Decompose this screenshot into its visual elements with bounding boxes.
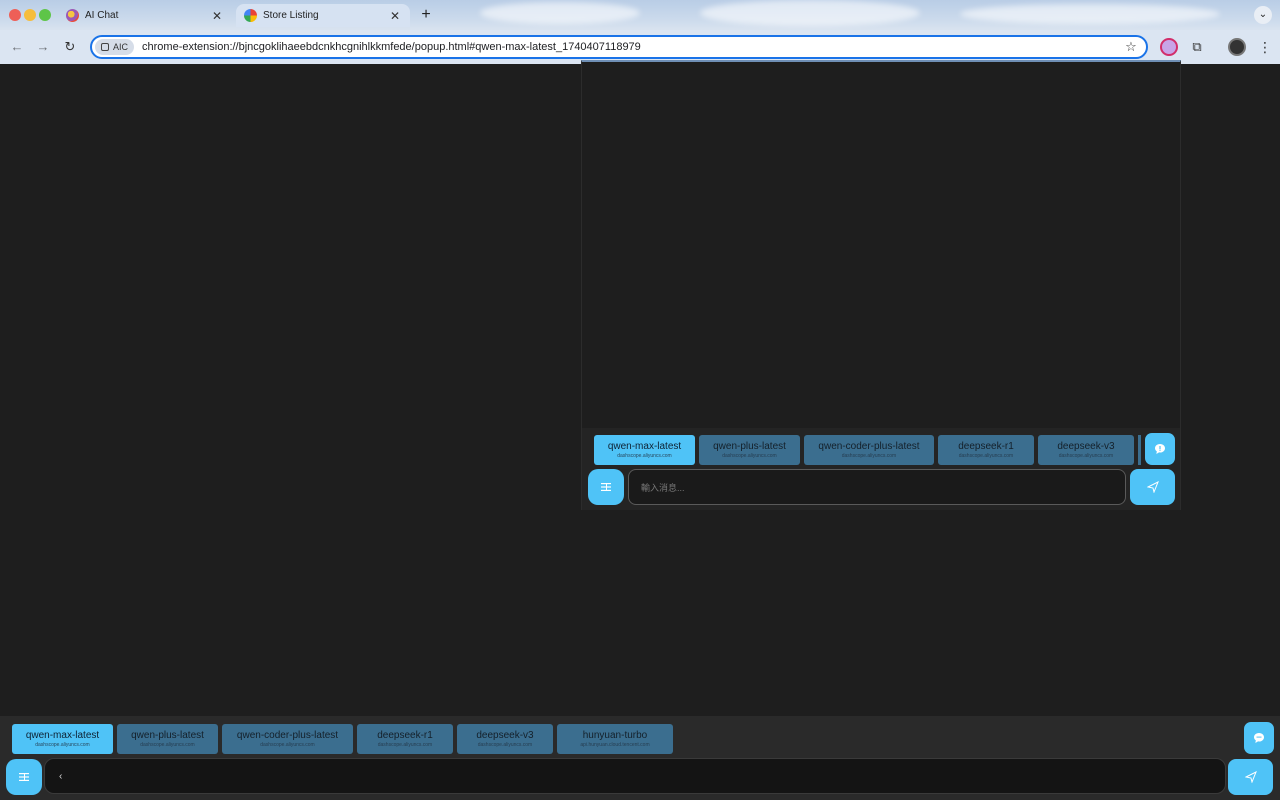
model-name: qwen-coder-plus-latest — [236, 729, 339, 741]
new-chat-button[interactable] — [1244, 722, 1274, 754]
forward-arrow-icon[interactable]: → — [35, 39, 51, 55]
model-host: dashscope.aliyuncs.com — [35, 741, 90, 748]
close-icon[interactable]: ✕ — [210, 9, 224, 23]
more-menu-icon[interactable]: ⋮ — [1256, 38, 1274, 56]
model-option[interactable]: qwen-plus-latest dashscope.aliyuncs.com — [699, 435, 800, 465]
site-info-label: AIC — [113, 42, 129, 52]
sky-decoration — [700, 0, 920, 26]
model-option[interactable]: deepseek-r1 dashscope.aliyuncs.com — [357, 724, 453, 754]
model-selector: qwen-max-latest dashscope.aliyuncs.com q… — [12, 724, 673, 754]
chat-messages-area — [582, 62, 1180, 428]
chat-bubble-icon — [1155, 444, 1165, 454]
sky-decoration — [960, 4, 1220, 24]
model-selector: qwen-max-latest dashscope.aliyuncs.com q… — [594, 435, 1138, 465]
model-option[interactable]: deepseek-v3 dashscope.aliyuncs.com — [1038, 435, 1134, 465]
back-arrow-icon[interactable]: ← — [9, 39, 25, 55]
reload-icon[interactable]: ↻ — [62, 39, 78, 55]
history-list-icon — [19, 773, 29, 781]
close-icon[interactable]: ✕ — [388, 9, 402, 23]
send-arrow-icon — [1146, 481, 1159, 493]
popup-input-panel: qwen-max-latest dashscope.aliyuncs.com q… — [582, 428, 1180, 510]
page-chat-panel: qwen-max-latest dashscope.aliyuncs.com q… — [0, 716, 1280, 800]
model-option[interactable]: deepseek-r1 dashscope.aliyuncs.com — [938, 435, 1034, 465]
model-name: deepseek-r1 — [377, 729, 433, 741]
model-option[interactable]: deepseek-v3 dashscope.aliyuncs.com — [457, 724, 553, 754]
model-name: deepseek-v3 — [1057, 440, 1115, 452]
tab-search-button[interactable]: ⌄ — [1254, 6, 1272, 24]
site-info-chip[interactable]: AIC — [95, 39, 135, 55]
tab-title: Store Listing — [263, 10, 319, 21]
history-list-icon — [601, 483, 611, 491]
message-input[interactable]: 輸入消息... — [628, 469, 1126, 505]
model-name: qwen-max-latest — [25, 729, 100, 741]
model-host: dashscope.aliyuncs.com — [377, 741, 433, 748]
model-name: deepseek-r1 — [958, 440, 1014, 452]
model-name: qwen-plus-latest — [713, 440, 786, 452]
model-host: dashscope.aliyuncs.com — [1058, 452, 1114, 459]
store-favicon-icon — [244, 9, 257, 22]
tab-store-listing[interactable]: Store Listing ✕ — [236, 4, 410, 27]
send-arrow-icon — [1244, 771, 1257, 783]
chat-bubble-icon — [1254, 733, 1264, 743]
model-host: dashscope.aliyuncs.com — [617, 452, 672, 459]
model-option-overflow — [1138, 435, 1141, 465]
sky-decoration — [480, 2, 640, 24]
model-name: qwen-max-latest — [607, 440, 682, 452]
model-option[interactable]: qwen-plus-latest dashscope.aliyuncs.com — [117, 724, 218, 754]
model-host: dashscope.aliyuncs.com — [477, 741, 533, 748]
ai-chat-extension-icon[interactable] — [1160, 38, 1178, 56]
model-host: api.hunyuan.cloud.tencent.com — [580, 741, 650, 748]
model-host: dashscope.aliyuncs.com — [841, 452, 897, 459]
new-chat-button[interactable] — [1145, 433, 1175, 465]
address-bar[interactable]: AIC chrome-extension://bjncgoklihaeebdcn… — [90, 35, 1148, 59]
tab-ai-chat[interactable]: AI Chat ✕ — [58, 4, 232, 27]
model-name: hunyuan-turbo — [582, 729, 648, 741]
model-name: deepseek-v3 — [476, 729, 534, 741]
navigation-bar: ← → ↻ AIC chrome-extension://bjncgokliha… — [0, 30, 1280, 64]
tab-title: AI Chat — [85, 10, 119, 21]
url-text[interactable]: chrome-extension://bjncgoklihaeebdcnkhcg… — [142, 41, 1122, 53]
model-host: dashscope.aliyuncs.com — [260, 741, 315, 748]
history-button[interactable] — [6, 759, 42, 795]
model-host: dashscope.aliyuncs.com — [722, 452, 777, 459]
extension-popup: qwen-max-latest dashscope.aliyuncs.com q… — [581, 60, 1181, 510]
window-close-button[interactable] — [9, 9, 21, 21]
new-tab-button[interactable]: + — [417, 6, 435, 24]
profile-avatar[interactable] — [1228, 38, 1246, 56]
send-button[interactable] — [1130, 469, 1175, 505]
model-name: qwen-plus-latest — [131, 729, 204, 741]
model-host: dashscope.aliyuncs.com — [958, 452, 1014, 459]
extension-page-icon — [101, 43, 109, 51]
history-button[interactable] — [588, 469, 624, 505]
extensions-puzzle-icon[interactable]: ⧉ — [1188, 38, 1206, 56]
model-name: qwen-coder-plus-latest — [818, 440, 920, 452]
message-input[interactable]: ‹ — [44, 758, 1226, 794]
model-host: dashscope.aliyuncs.com — [140, 741, 195, 748]
bookmark-star-icon[interactable]: ☆ — [1122, 39, 1140, 55]
send-button[interactable] — [1228, 759, 1273, 795]
model-option[interactable]: qwen-max-latest dashscope.aliyuncs.com — [594, 435, 695, 465]
tab-favicon-icon — [66, 9, 79, 22]
model-option[interactable]: qwen-coder-plus-latest dashscope.aliyunc… — [804, 435, 934, 465]
browser-titlebar: AI Chat ✕ Store Listing ✕ + ⌄ ← → ↻ AIC … — [0, 0, 1280, 64]
window-maximize-button[interactable] — [39, 9, 51, 21]
model-option[interactable]: qwen-coder-plus-latest dashscope.aliyunc… — [222, 724, 353, 754]
window-minimize-button[interactable] — [24, 9, 36, 21]
model-option[interactable]: qwen-max-latest dashscope.aliyuncs.com — [12, 724, 113, 754]
model-option[interactable]: hunyuan-turbo api.hunyuan.cloud.tencent.… — [557, 724, 673, 754]
